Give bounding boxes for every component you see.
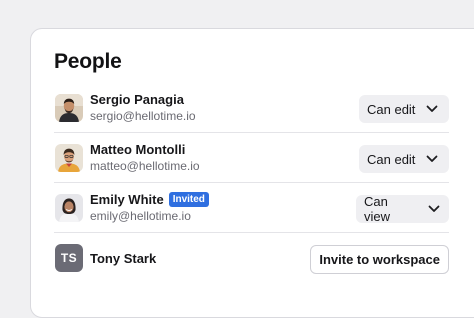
permission-label: Can view [364,194,391,224]
permission-label: Can edit [367,101,416,117]
person-email: sergio@hellotime.io [90,109,196,123]
person-name: Sergio Panagia [90,92,184,107]
chevron-down-icon [426,105,438,113]
permission-dropdown[interactable]: Can edit [359,95,449,123]
chevron-down-icon [426,155,438,163]
invite-to-workspace-button[interactable]: Invite to workspace [310,245,449,274]
avatar [55,194,83,222]
row-divider [54,132,449,133]
person-row: TS Tony Stark Invite to workspace [54,237,449,287]
row-divider [54,182,449,183]
invited-badge: Invited [168,192,209,207]
person-email: emily@hellotime.io [90,209,191,223]
person-name-text: Emily White [90,192,164,207]
avatar [55,144,83,172]
chevron-down-icon [428,205,440,213]
person-name: Emily White Invited [90,192,209,207]
person-email: matteo@hellotime.io [90,159,200,173]
permission-dropdown[interactable]: Can edit [359,145,449,173]
panel-title: People [54,50,122,73]
avatar [55,94,83,122]
person-row: Emily White Invited emily@hellotime.io C… [54,187,449,237]
person-row: Sergio Panagia sergio@hellotime.io Can e… [54,87,449,137]
people-panel: People Sergio Panagia sergio@hellotime.i… [30,28,474,318]
permission-label: Can edit [367,151,416,167]
row-divider [54,232,449,233]
initials-avatar: TS [55,244,83,272]
person-name: Matteo Montolli [90,142,186,157]
permission-dropdown[interactable]: Can view [356,194,449,224]
person-row: Matteo Montolli matteo@hellotime.io Can … [54,137,449,187]
person-name: Tony Stark [90,251,157,266]
